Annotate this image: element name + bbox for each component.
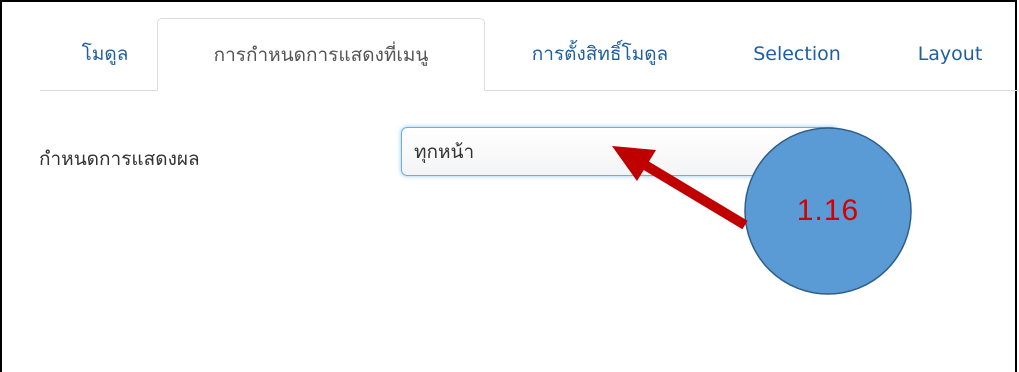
tab-module[interactable]: โมดูล	[50, 18, 160, 90]
display-setting-value: ทุกหน้า	[414, 140, 475, 163]
tab-module-permissions[interactable]: การตั้งสิทธิ์โมดูล	[500, 18, 700, 90]
tab-menu-assignment[interactable]: การกำหนดการแสดงที่เมนู	[157, 18, 485, 91]
display-setting-label: กำหนดการแสดงผล	[39, 148, 200, 170]
step-number-label: 1.16	[796, 194, 860, 227]
tab-layout[interactable]: Layout	[895, 18, 1005, 90]
tab-bar: โมดูล การกำหนดการแสดงที่เมนู การตั้งสิทธ…	[40, 18, 1019, 91]
tab-selection[interactable]: Selection	[728, 18, 866, 90]
